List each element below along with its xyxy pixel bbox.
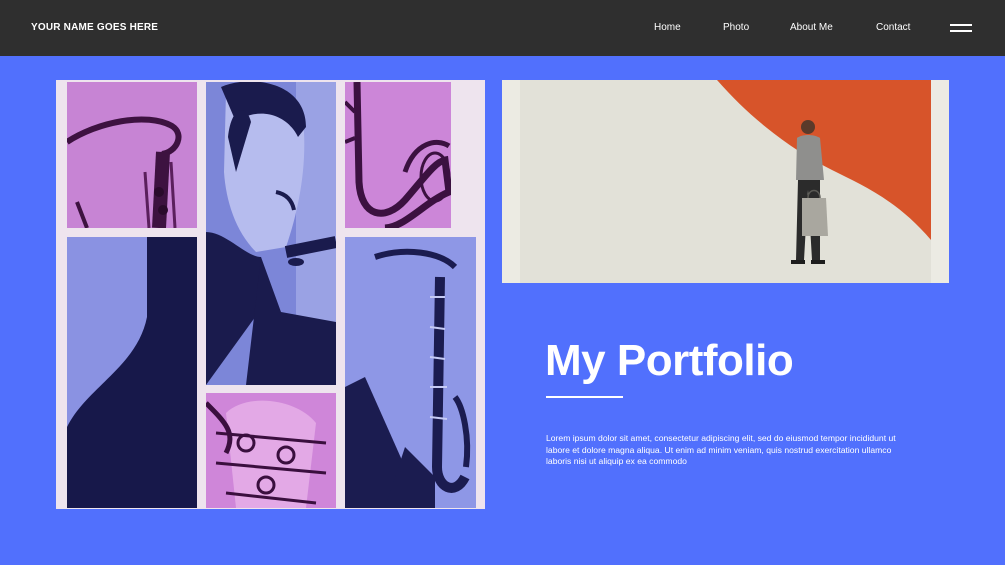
- collage-tile-sax-keys: [206, 393, 336, 508]
- top-navigation-bar: YOUR NAME GOES HERE Home Photo About Me …: [0, 0, 1005, 56]
- hamburger-icon[interactable]: [950, 23, 972, 33]
- nav-link-photo[interactable]: Photo: [723, 22, 749, 33]
- collage-tile-silhouette: [67, 237, 197, 508]
- title-underline: [546, 396, 623, 398]
- collage-tile-saxophonist-portrait: [206, 82, 336, 385]
- site-brand[interactable]: YOUR NAME GOES HERE: [31, 22, 158, 33]
- collage-tile-sax-player: [345, 237, 476, 508]
- page-title: My Portfolio: [545, 336, 794, 385]
- nav-link-contact[interactable]: Contact: [876, 22, 910, 33]
- collage-tile-sax-bell: [345, 82, 451, 228]
- nav-link-about-me[interactable]: About Me: [790, 22, 833, 33]
- collage-tile-sax-neck: [67, 82, 197, 228]
- hero-artwork-image: [502, 80, 949, 283]
- saxophone-photo-collage: [56, 80, 485, 509]
- hero-description: Lorem ipsum dolor sit amet, consectetur …: [546, 433, 896, 467]
- nav-link-home[interactable]: Home: [654, 22, 681, 33]
